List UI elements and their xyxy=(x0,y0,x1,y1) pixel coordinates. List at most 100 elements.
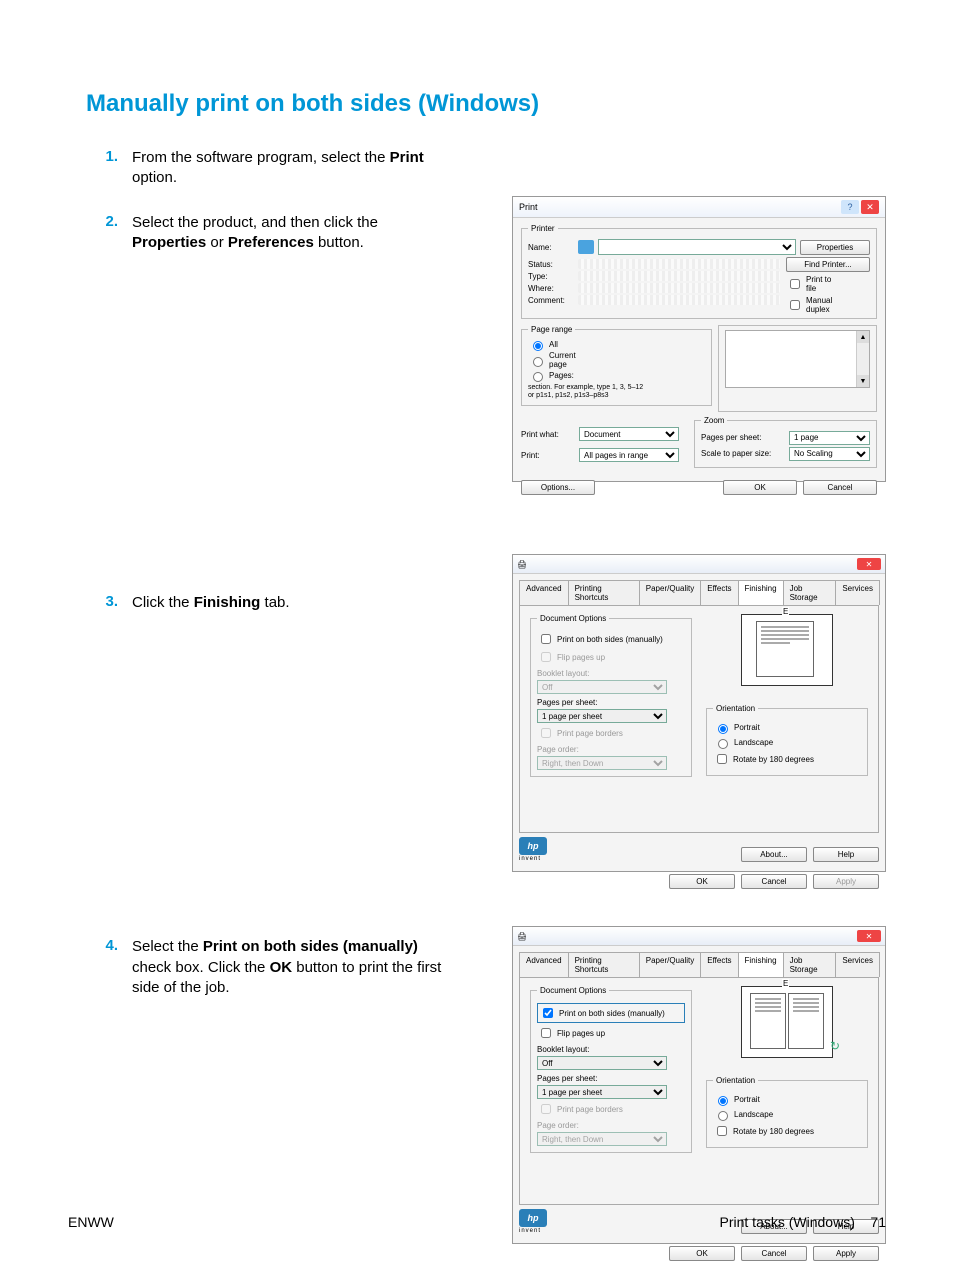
ok-button[interactable]: OK xyxy=(723,480,797,495)
range-current-radio[interactable]: Current page xyxy=(528,351,574,369)
footer-right: Print tasks (Windows) 71 xyxy=(720,1214,887,1230)
print-dialog: Print ? ✕ Printer Name: Properties Statu… xyxy=(512,196,886,482)
printer-group: Printer Name: Properties Status: Type: W… xyxy=(521,224,877,319)
printer-name-select[interactable] xyxy=(598,239,796,255)
range-all-radio[interactable]: All xyxy=(528,338,574,351)
cancel-button[interactable]: Cancel xyxy=(803,480,877,495)
tab-paper-quality[interactable]: Paper/Quality xyxy=(639,952,701,977)
footer-left: ENWW xyxy=(68,1214,114,1230)
step-1: 1. From the software program, select the… xyxy=(86,148,886,189)
tab-paper-quality[interactable]: Paper/Quality xyxy=(639,580,701,605)
help-icon[interactable]: ? xyxy=(841,200,859,214)
preview-letter: E xyxy=(782,979,789,988)
pps-label: Pages per sheet: xyxy=(701,433,785,442)
cancel-button[interactable]: Cancel xyxy=(741,1246,807,1261)
tabs: Advanced Printing Shortcuts Paper/Qualit… xyxy=(519,952,879,978)
tab-job-storage[interactable]: Job Storage xyxy=(783,952,837,977)
comment-label: Comment: xyxy=(528,296,574,305)
tab-advanced[interactable]: Advanced xyxy=(519,580,569,605)
tab-printing-shortcuts[interactable]: Printing Shortcuts xyxy=(568,580,640,605)
doc-options-legend: Document Options xyxy=(537,986,609,995)
tabs: Advanced Printing Shortcuts Paper/Qualit… xyxy=(519,580,879,606)
printer-small-icon: 🖨 xyxy=(517,560,527,569)
properties-button[interactable]: Properties xyxy=(800,240,870,255)
flip-icon: ↻ xyxy=(830,1039,840,1053)
printer-icon xyxy=(578,240,594,254)
zoom-group: Zoom Pages per sheet: 1 page Scale to pa… xyxy=(694,416,877,468)
landscape-radio[interactable]: Landscape xyxy=(713,736,861,749)
orientation-legend: Orientation xyxy=(713,1076,758,1085)
zoom-legend: Zoom xyxy=(701,416,727,425)
flip-pages-checkbox[interactable]: Flip pages up xyxy=(537,1025,685,1041)
pages-per-sheet-select[interactable]: 1 page per sheet xyxy=(537,709,667,723)
ok-button[interactable]: OK xyxy=(669,874,735,889)
landscape-radio[interactable]: Landscape xyxy=(713,1108,861,1121)
page-footer: ENWW Print tasks (Windows) 71 xyxy=(68,1214,886,1230)
page-range-group: Page range All Current page Pages: secti… xyxy=(521,325,712,406)
tab-job-storage[interactable]: Job Storage xyxy=(783,580,837,605)
printer-small-icon: 🖨 xyxy=(517,932,527,941)
orientation-legend: Orientation xyxy=(713,704,758,713)
tab-finishing[interactable]: Finishing xyxy=(738,952,784,977)
print-pages-select[interactable]: All pages in range xyxy=(579,448,679,462)
close-icon[interactable]: ✕ xyxy=(857,930,881,942)
step-text: Select the Print on both sides (manually… xyxy=(132,937,442,998)
range-hint: section. For example, type 1, 3, 5–12 xyxy=(528,384,705,392)
apply-button[interactable]: Apply xyxy=(813,1246,879,1261)
page-preview: E ↻ xyxy=(741,986,833,1058)
page-order-select: Right, then Down xyxy=(537,756,667,770)
booklet-label: Booklet layout: xyxy=(537,669,685,678)
manual-duplex-checkbox[interactable]: Manual duplex xyxy=(786,296,832,314)
about-button[interactable]: About... xyxy=(741,847,807,862)
find-printer-button[interactable]: Find Printer... xyxy=(786,257,870,272)
rotate-checkbox[interactable]: Rotate by 180 degrees xyxy=(713,751,861,767)
print-what-select[interactable]: Document xyxy=(579,427,679,441)
step-text: Click the Finishing tab. xyxy=(132,593,290,613)
page-title: Manually print on both sides (Windows) xyxy=(86,90,886,118)
page-preview: E xyxy=(741,614,833,686)
rotate-checkbox[interactable]: Rotate by 180 degrees xyxy=(713,1123,861,1139)
step-text: Select the product, and then click the P… xyxy=(132,213,442,254)
where-label: Where: xyxy=(528,284,574,293)
tab-effects[interactable]: Effects xyxy=(700,580,738,605)
page-order-label: Page order: xyxy=(537,745,685,754)
booklet-select[interactable]: Off xyxy=(537,1056,667,1070)
print-to-file-checkbox[interactable]: Print to file xyxy=(786,275,832,293)
orientation-group: Orientation Portrait Landscape Rotate by… xyxy=(706,704,868,776)
pages-per-sheet-select[interactable]: 1 page per sheet xyxy=(537,1085,667,1099)
printer-legend: Printer xyxy=(528,224,558,233)
tab-services[interactable]: Services xyxy=(835,952,880,977)
orientation-group: Orientation Portrait Landscape Rotate by… xyxy=(706,1076,868,1148)
print-borders-checkbox: Print page borders xyxy=(537,1101,685,1117)
page-order-select: Right, then Down xyxy=(537,1132,667,1146)
preview-letter: E xyxy=(782,607,789,616)
tab-finishing[interactable]: Finishing xyxy=(738,580,784,605)
scale-to-select[interactable]: No Scaling xyxy=(789,447,870,461)
tab-advanced[interactable]: Advanced xyxy=(519,952,569,977)
portrait-radio[interactable]: Portrait xyxy=(713,721,861,734)
status-label: Status: xyxy=(528,260,574,269)
document-options-group: Document Options Print on both sides (ma… xyxy=(530,614,692,777)
booklet-label: Booklet layout: xyxy=(537,1045,685,1054)
type-label: Type: xyxy=(528,272,574,281)
booklet-select: Off xyxy=(537,680,667,694)
print-both-sides-checkbox[interactable]: Print on both sides (manually) xyxy=(537,631,685,647)
print-both-sides-checkbox[interactable]: Print on both sides (manually) xyxy=(537,1003,685,1023)
options-button[interactable]: Options... xyxy=(521,480,595,495)
step-number: 3. xyxy=(86,593,132,610)
close-icon[interactable]: ✕ xyxy=(857,558,881,570)
range-pages-radio[interactable]: Pages: xyxy=(528,369,574,382)
portrait-radio[interactable]: Portrait xyxy=(713,1093,861,1106)
pages-per-sheet-select[interactable]: 1 page xyxy=(789,431,870,445)
help-button[interactable]: Help xyxy=(813,847,879,862)
blurred-value xyxy=(578,271,780,281)
document-options-group: Document Options Print on both sides (ma… xyxy=(530,986,692,1153)
step-text: From the software program, select the Pr… xyxy=(132,148,442,189)
step-number: 4. xyxy=(86,937,132,954)
close-icon[interactable]: ✕ xyxy=(861,200,879,214)
tab-services[interactable]: Services xyxy=(835,580,880,605)
cancel-button[interactable]: Cancel xyxy=(741,874,807,889)
ok-button[interactable]: OK xyxy=(669,1246,735,1261)
tab-effects[interactable]: Effects xyxy=(700,952,738,977)
tab-printing-shortcuts[interactable]: Printing Shortcuts xyxy=(568,952,640,977)
